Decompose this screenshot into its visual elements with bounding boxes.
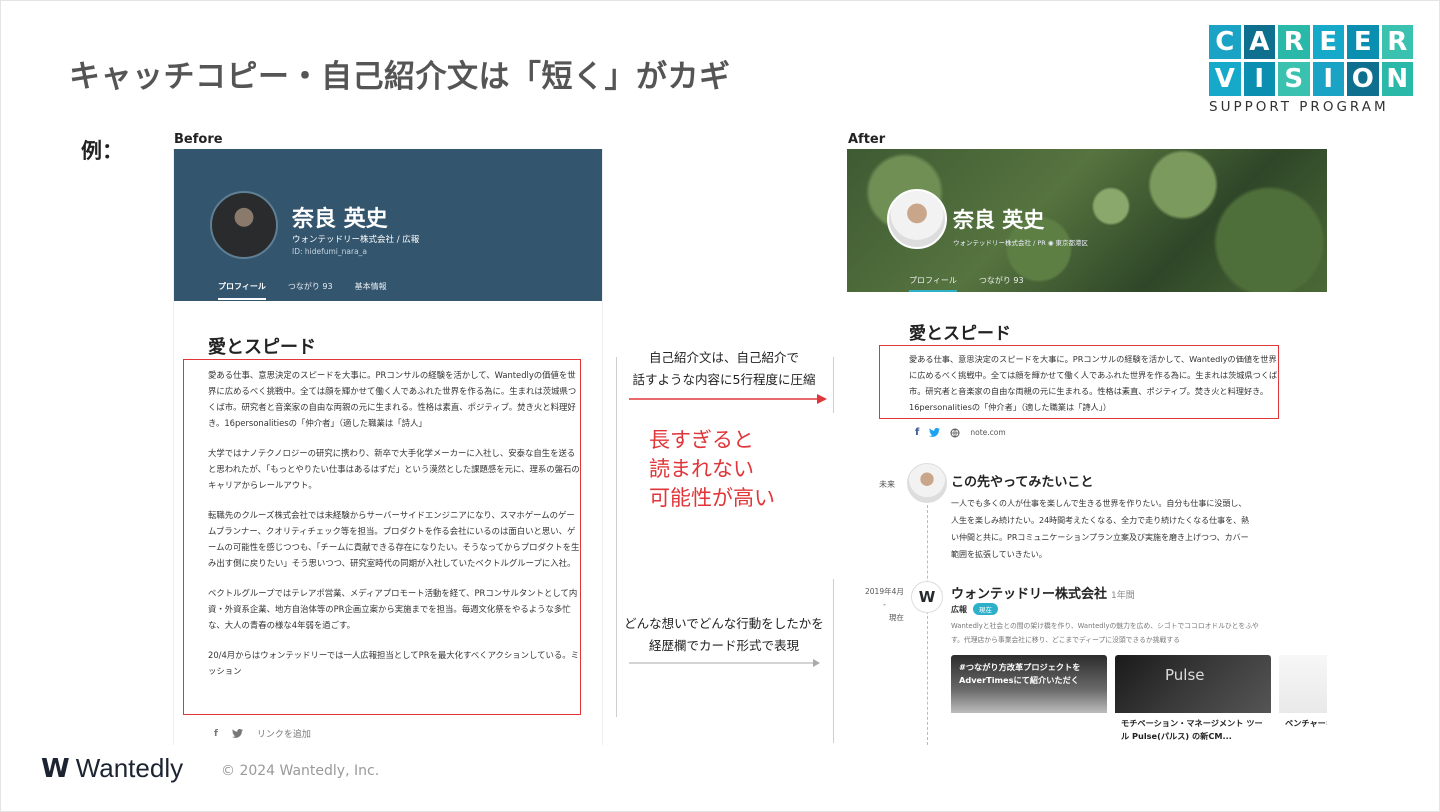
career-vision-letter: I bbox=[1243, 62, 1275, 96]
twitter-icon[interactable] bbox=[231, 729, 243, 738]
story-card-image bbox=[1279, 655, 1327, 713]
tab-connections[interactable]: つながり 93 bbox=[288, 281, 333, 300]
tab-profile[interactable]: プロフィール bbox=[909, 275, 957, 292]
after-profile-panel: 奈良 英史 ウォンテッドリー株式会社 / PR ◉ 東京都港区 プロフィール つ… bbox=[847, 149, 1327, 745]
before-label: Before bbox=[174, 132, 223, 147]
facebook-icon[interactable]: f bbox=[915, 427, 919, 438]
career-vision-letter: S bbox=[1278, 62, 1310, 96]
career-date: 2019年4月 - 現在 bbox=[865, 585, 904, 624]
wantedly-logo-word: Wantedly bbox=[75, 753, 184, 783]
example-label: 例： bbox=[81, 139, 123, 163]
story-card-image bbox=[1115, 655, 1271, 713]
after-tabs: プロフィール つながり 93 bbox=[909, 275, 1024, 292]
tab-connections[interactable]: つながり 93 bbox=[979, 275, 1024, 292]
career-vision-letter: R bbox=[1381, 25, 1413, 59]
career-date-start: 2019年4月 bbox=[865, 587, 904, 596]
future-body: 一人でも多くの人が仕事を楽しんで生きる世界を作りたい。自分も仕事に没頭し、人生を… bbox=[951, 499, 1250, 559]
twitter-icon[interactable] bbox=[929, 428, 941, 437]
career-note-line2: 経歴欄でカード形式で表現 bbox=[648, 638, 799, 653]
after-label: After bbox=[848, 132, 886, 147]
timeline-line bbox=[927, 505, 928, 745]
before-highlight-box bbox=[183, 359, 581, 715]
before-user-id: ID: hidefumi_nara_a bbox=[292, 247, 368, 256]
after-social-links: f note.com bbox=[915, 427, 1006, 438]
warning-line: 可能性が高い bbox=[649, 486, 775, 510]
career-vision-letter: I bbox=[1312, 62, 1344, 96]
after-highlight-box bbox=[879, 345, 1279, 419]
career-vision-letter: V bbox=[1209, 62, 1241, 96]
wantedly-logo-mark: W bbox=[41, 753, 70, 784]
slide: キャッチコピー・自己紹介文は「短く」がカギ CAREER VISION SUPP… bbox=[0, 0, 1440, 812]
career-cards: #つながり方改革プロジェクトを AdverTimesにて紹介いただく Pulse… bbox=[951, 655, 1327, 743]
before-company: ウォンテッドリー株式会社 / 広報 bbox=[292, 235, 420, 245]
footer-copyright: © 2024 Wantedly, Inc. bbox=[221, 763, 380, 779]
story-card-overlay: #つながり方改革プロジェクトを AdverTimesにて紹介いただく bbox=[959, 662, 1081, 685]
tab-basic-info[interactable]: 基本情報 bbox=[355, 281, 387, 300]
tab-profile[interactable]: プロフィール bbox=[218, 281, 266, 300]
after-company: ウォンテッドリー株式会社 / PR ◉ 東京都港区 bbox=[953, 239, 1089, 247]
compress-note: 自己紹介文は、自己紹介で 話すような内容に5行程度に圧縮 bbox=[623, 347, 825, 391]
website-link[interactable]: note.com bbox=[970, 428, 1005, 437]
career-vision-subtitle: SUPPORT PROGRAM bbox=[1209, 99, 1389, 115]
story-card[interactable]: ベンチャーキャピ レーターと提携 bbox=[1279, 655, 1327, 743]
before-heading: 愛とスピード bbox=[208, 337, 316, 358]
warning-text: 長すぎると 読まれない 可能性が高い bbox=[649, 426, 775, 513]
after-avatar bbox=[887, 189, 947, 249]
career-vision-letter: A bbox=[1243, 25, 1275, 59]
career-date-end: 現在 bbox=[888, 613, 904, 622]
role-badge: 現在 bbox=[973, 603, 998, 615]
story-card[interactable]: #つながり方改革プロジェクトを AdverTimesにて紹介いただく bbox=[951, 655, 1107, 743]
warning-line: 読まれない bbox=[649, 457, 754, 481]
career-vision-letter: E bbox=[1312, 25, 1344, 59]
career-company-title[interactable]: ウォンテッドリー株式会社 1年間 bbox=[951, 583, 1135, 602]
career-note-line1: どんな想いでどんな行動をしたかを bbox=[624, 616, 824, 631]
story-card-caption: ベンチャーキャピ レーターと提携 bbox=[1285, 718, 1327, 728]
career-vision-logo: CAREER VISION SUPPORT PROGRAM bbox=[1209, 25, 1413, 121]
career-description: Wantedlyと社会との間の架け橋を作り、Wantedlyの魅力を広め、シゴト… bbox=[951, 622, 1259, 644]
company-name: ウォンテッドリー株式会社 bbox=[951, 587, 1108, 602]
after-heading: 愛とスピード bbox=[909, 324, 1011, 344]
career-role: 広報 現在 bbox=[951, 603, 998, 615]
career-vision-letter: E bbox=[1347, 25, 1379, 59]
future-avatar bbox=[907, 463, 947, 503]
facebook-icon[interactable]: f bbox=[214, 729, 218, 739]
career-vision-letter: C bbox=[1209, 25, 1241, 59]
divider-right-bottom bbox=[833, 579, 834, 743]
future-title: この先やってみたいこと bbox=[951, 475, 1094, 490]
before-avatar bbox=[210, 191, 278, 259]
slide-title: キャッチコピー・自己紹介文は「短く」がカギ bbox=[69, 59, 731, 95]
career-date-sep: - bbox=[883, 600, 886, 609]
before-tabs: プロフィール つながり 93 基本情報 bbox=[218, 281, 387, 300]
career-note: どんな想いでどんな行動をしたかを 経歴欄でカード形式で表現 bbox=[619, 613, 829, 657]
divider-right-top bbox=[833, 357, 834, 413]
add-link-button[interactable]: リンクを追加 bbox=[257, 727, 311, 740]
after-profile-name: 奈良 英史 bbox=[953, 208, 1045, 232]
divider-left bbox=[616, 357, 617, 717]
career-vision-letter: R bbox=[1278, 25, 1310, 59]
story-card-overlay: Pulse bbox=[1165, 666, 1205, 684]
warning-line: 長すぎると bbox=[649, 428, 754, 452]
wantedly-company-logo-icon: W bbox=[911, 581, 943, 613]
before-social-links: f リンクを追加 bbox=[214, 727, 311, 741]
story-card[interactable]: Pulse モチベーション・マネージメント ツール Pulse(パルス) の新C… bbox=[1115, 655, 1271, 743]
red-arrow-icon bbox=[629, 394, 827, 404]
wantedly-logo: W Wantedly bbox=[41, 753, 183, 784]
story-card-caption: モチベーション・マネージメント ツール Pulse(パルス) の新CM... bbox=[1121, 718, 1263, 741]
career-vision-letter: N bbox=[1381, 62, 1413, 96]
compress-note-line2: 話すような内容に5行程度に圧縮 bbox=[632, 372, 816, 387]
career-vision-letter: O bbox=[1347, 62, 1379, 96]
role-name: 広報 bbox=[951, 605, 967, 614]
company-duration: 1年間 bbox=[1111, 591, 1135, 601]
gray-arrow-icon bbox=[629, 659, 820, 667]
compress-note-line1: 自己紹介文は、自己紹介で bbox=[648, 350, 799, 365]
globe-icon[interactable] bbox=[950, 428, 960, 438]
future-label: 未来 bbox=[879, 480, 895, 489]
before-profile-name: 奈良 英史 bbox=[292, 207, 388, 232]
